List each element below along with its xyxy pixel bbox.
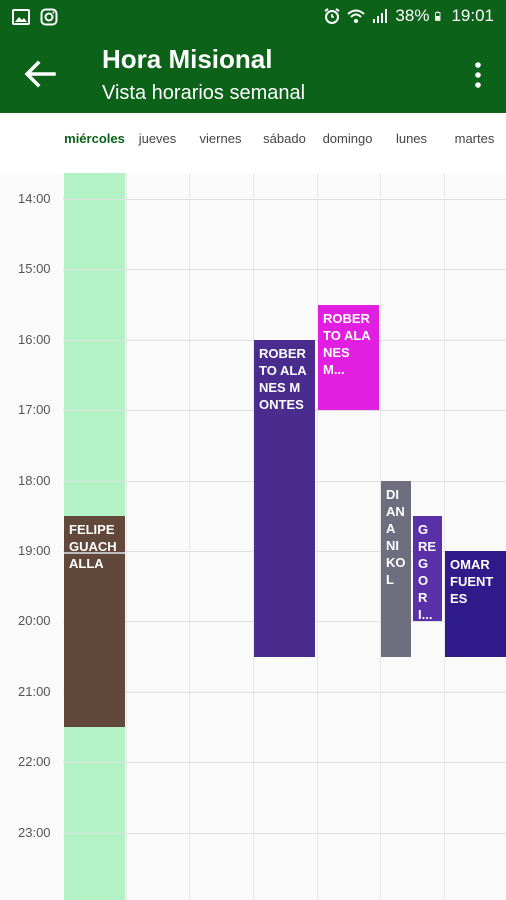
column-divider	[126, 173, 127, 900]
status-bar: 38% 19:01	[0, 0, 506, 34]
clock: 19:01	[451, 6, 494, 25]
alarm-icon	[324, 8, 340, 24]
column-divider	[189, 173, 190, 900]
back-arrow-icon[interactable]	[22, 58, 58, 90]
hour-gridline	[63, 762, 506, 764]
hour-label: 21:00	[18, 683, 51, 699]
hour-gridline	[63, 691, 506, 693]
day-header-monday[interactable]: lunes	[380, 131, 443, 146]
hour-label: 23:00	[18, 824, 51, 840]
page-subtitle: Vista horarios semanal	[102, 82, 306, 104]
column-divider	[317, 173, 318, 900]
wifi-icon	[347, 9, 366, 23]
hour-label: 19:00	[18, 543, 51, 558]
hour-label: 22:00	[18, 754, 51, 770]
instagram-icon	[40, 8, 58, 26]
hour-gridline	[63, 199, 506, 200]
battery-icon	[435, 11, 441, 21]
current-time-indicator	[64, 552, 125, 555]
event-block[interactable]: ROBERTO ALANES MONTES	[254, 339, 315, 657]
hour-label: 16:00	[18, 331, 51, 347]
event-block[interactable]: DIANA NIKOL	[381, 480, 411, 657]
day-header-thursday[interactable]: jueves	[126, 131, 189, 146]
hour-label: 14:00	[18, 191, 51, 206]
week-grid[interactable]: 14:00 15:00 16:00 17:00 18:00 19:00 20:00 21:00…	[0, 173, 506, 900]
day-header: miércoles jueves viernes sábado domingo …	[0, 113, 506, 173]
hour-gridline	[63, 269, 506, 271]
gallery-icon	[12, 9, 30, 25]
more-options-icon[interactable]	[468, 60, 488, 90]
hour-label: 20:00	[18, 613, 51, 629]
event-block[interactable]: FELIPE GUACH ALLA	[64, 515, 125, 727]
event-block[interactable]: OMAR FUENTES	[445, 551, 506, 657]
column-divider	[444, 173, 445, 900]
app-bar: Hora Misional Vista horarios semanal	[0, 34, 506, 113]
hour-label: 17:00	[18, 402, 51, 418]
battery-percent: 38%	[395, 6, 430, 25]
hour-gridline	[63, 832, 506, 834]
event-block[interactable]: GREGORI...	[413, 515, 442, 622]
day-header-tuesday[interactable]: martes	[443, 131, 506, 146]
signal-icon	[373, 9, 388, 23]
event-block[interactable]: ROBERTO ALANES M...	[318, 304, 379, 411]
hour-label: 18:00	[18, 472, 51, 488]
hour-label: 15:00	[18, 261, 51, 277]
day-header-wednesday[interactable]: miércoles	[63, 131, 126, 146]
day-header-friday[interactable]: viernes	[189, 131, 252, 146]
day-header-sunday[interactable]: domingo	[316, 131, 379, 146]
day-header-saturday[interactable]: sábado	[253, 131, 316, 146]
page-title: Hora Misional	[102, 44, 273, 74]
